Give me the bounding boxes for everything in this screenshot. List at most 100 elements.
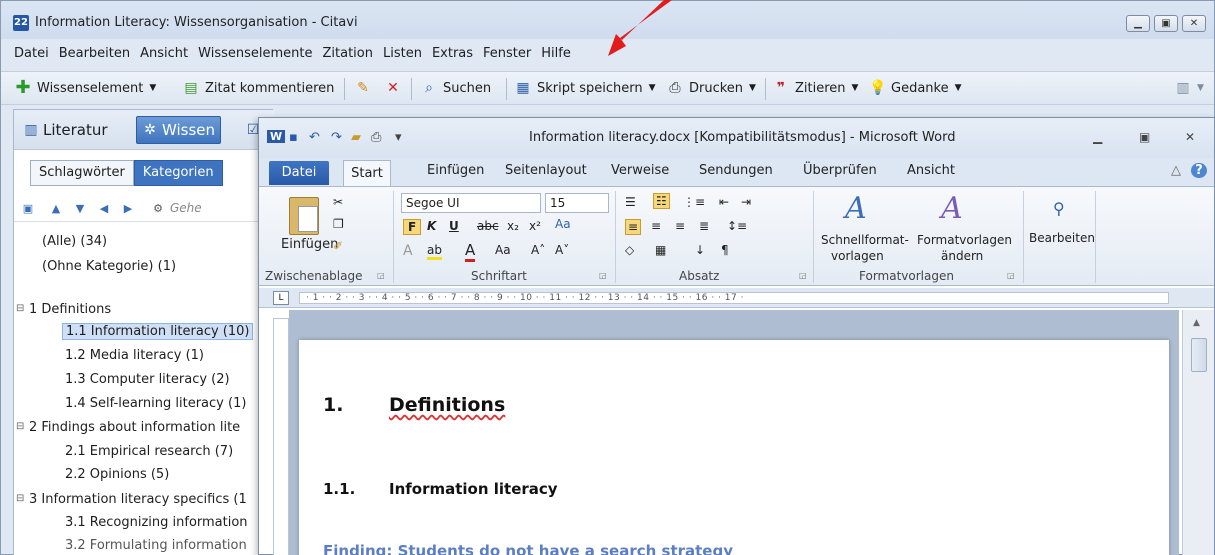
menu-ansicht[interactable]: Ansicht — [135, 43, 193, 65]
menu-datei[interactable]: Datei — [9, 43, 54, 65]
show-formatting-icon[interactable]: ¶ — [721, 243, 729, 257]
shrink-font-icon[interactable]: A˅ — [555, 243, 569, 257]
quick-styles-label-2[interactable]: vorlagen — [831, 249, 884, 263]
document-page[interactable]: 1. Definitions 1.1. Information literacy… — [299, 340, 1169, 555]
word-close-button[interactable]: ✕ — [1185, 130, 1195, 144]
save-icon[interactable]: ▪ — [289, 130, 298, 145]
tab-wissen[interactable]: ✲ Wissen — [136, 116, 222, 144]
subtab-kategorien[interactable]: Kategorien — [133, 160, 223, 186]
arrow-left-icon[interactable]: ◀ — [96, 201, 112, 217]
gear-icon[interactable]: ⚙ — [150, 201, 166, 217]
collapse-icon[interactable]: ⊟ — [16, 303, 24, 314]
edit-button-label[interactable]: Bearbeiten — [1029, 231, 1095, 245]
horizontal-ruler[interactable]: L · 1 · · 2 · · 3 · · 4 · · 5 · · 6 · · … — [259, 288, 1214, 308]
quick-styles-label-1[interactable]: Schnellformat- — [821, 233, 909, 247]
vertical-scrollbar[interactable]: ▲ — [1182, 310, 1214, 555]
subscript-icon[interactable]: x₂ — [507, 219, 519, 233]
clear-format-icon[interactable]: Aa — [555, 217, 571, 231]
dialog-launcher-icon[interactable]: ◲ — [1007, 271, 1015, 280]
dialog-launcher-icon[interactable]: ◲ — [599, 271, 607, 280]
word-minimize-button[interactable]: ▁ — [1093, 130, 1102, 144]
tree-item-il-specifics[interactable]: 3 Information literacy specifics (1 — [29, 492, 247, 507]
tree-item-recognizing-information[interactable]: 3.1 Recognizing information — [65, 515, 248, 530]
skript-speichern-button[interactable]: ▦ Skript speichern ▼ — [515, 80, 655, 96]
scroll-thumb[interactable] — [1191, 338, 1207, 372]
goto-search-input[interactable]: Gehe — [170, 201, 202, 215]
customize-qat-icon[interactable]: ▾ — [395, 130, 402, 145]
menu-wissenselemente[interactable]: Wissenselemente — [193, 43, 317, 65]
align-center-icon[interactable]: ≡ — [651, 219, 661, 233]
tree-item-information-literacy[interactable]: 1.1 Information literacy (10) — [62, 323, 254, 340]
bullets-icon[interactable]: ☰ — [625, 195, 636, 209]
minimize-button[interactable]: ▁ — [1126, 15, 1150, 32]
open-folder-icon[interactable]: ▰ — [351, 130, 361, 145]
word-tab-datei[interactable]: Datei — [269, 161, 329, 185]
tree-item-formulating-information[interactable]: 3.2 Formulating information — [65, 538, 247, 553]
shading-icon[interactable]: ◇ — [625, 243, 634, 257]
word-tab-sendungen[interactable]: Sendungen — [699, 163, 773, 178]
binoculars-icon[interactable]: ⚲ — [1053, 199, 1065, 218]
superscript-icon[interactable]: x² — [529, 219, 541, 233]
word-maximize-button[interactable]: ▣ — [1139, 130, 1150, 144]
maximize-button[interactable]: ▣ — [1154, 15, 1178, 32]
word-tab-seitenlayout[interactable]: Seitenlayout — [505, 163, 587, 178]
arrow-down-icon[interactable]: ▼ — [72, 201, 88, 217]
arrow-up-icon[interactable]: ▲ — [48, 201, 64, 217]
font-color-icon[interactable]: A — [465, 241, 476, 262]
tree-item-findings[interactable]: 2 Findings about information lite — [29, 420, 240, 435]
align-left-icon[interactable]: ≡ — [625, 219, 642, 235]
highlight-icon[interactable]: ab — [427, 243, 442, 260]
format-painter-icon[interactable]: ✐ — [333, 239, 343, 253]
wissenselement-button[interactable]: ✚ Wissenselement ▼ — [15, 79, 156, 97]
tree-item-opinions[interactable]: 2.2 Opinions (5) — [65, 467, 169, 482]
align-right-icon[interactable]: ≡ — [675, 219, 685, 233]
multilevel-list-icon[interactable]: ⋮≡ — [683, 195, 705, 209]
quick-styles-icon[interactable]: A — [845, 191, 867, 226]
cut-icon[interactable]: ✂ — [333, 195, 343, 209]
change-styles-label-2[interactable]: ändern — [941, 249, 983, 263]
increase-indent-icon[interactable]: ⇥ — [741, 195, 751, 209]
tree-item-media-literacy[interactable]: 1.2 Media literacy (1) — [65, 348, 204, 363]
drucken-button[interactable]: ⎙ Drucken ▼ — [667, 80, 756, 96]
menu-zitation[interactable]: Zitation — [317, 43, 377, 65]
tab-literatur[interactable]: ▥ Literatur — [18, 116, 113, 144]
word-tab-start[interactable]: Start — [343, 160, 391, 187]
ribbon-minimize-icon[interactable]: △ — [1171, 163, 1181, 178]
paste-clipboard-icon[interactable] — [289, 197, 319, 235]
menu-bearbeiten[interactable]: Bearbeiten — [54, 43, 135, 65]
copy-icon[interactable]: ❐ — [333, 217, 344, 231]
layout-toggle-button[interactable]: ▥ ▼ — [1175, 80, 1204, 96]
zitieren-button[interactable]: ❞ Zitieren ▼ — [773, 80, 859, 96]
close-button[interactable]: ✕ — [1182, 15, 1206, 32]
add-category-icon[interactable]: ▣ — [20, 201, 36, 217]
strikethrough-icon[interactable]: abc — [477, 219, 499, 233]
word-tab-verweise[interactable]: Verweise — [611, 163, 669, 178]
undo-icon[interactable]: ↶ — [309, 130, 320, 145]
edit-button[interactable]: ✎ — [355, 80, 371, 96]
font-name-select[interactable]: Segoe UI — [401, 193, 541, 213]
delete-button[interactable]: ✕ — [385, 80, 401, 96]
bold-icon[interactable]: F — [403, 219, 422, 235]
word-tab-ansicht[interactable]: Ansicht — [907, 163, 955, 178]
arrow-right-icon[interactable]: ▶ — [120, 201, 136, 217]
print-preview-icon[interactable]: ⎙ — [371, 130, 381, 145]
tree-item-all[interactable]: (Alle) (34) — [42, 234, 107, 249]
font-size-select[interactable]: 15 — [545, 193, 609, 213]
help-icon[interactable]: ? — [1191, 163, 1207, 178]
menu-listen[interactable]: Listen — [378, 43, 427, 65]
decrease-indent-icon[interactable]: ⇤ — [719, 195, 729, 209]
word-tab-einfuegen[interactable]: Einfügen — [427, 163, 484, 178]
tree-item-definitions[interactable]: 1 Definitions — [29, 302, 111, 317]
text-effects-icon[interactable]: A — [403, 243, 413, 259]
paste-button-label[interactable]: Einfügen — [281, 237, 338, 252]
scroll-up-icon[interactable]: ▲ — [1193, 318, 1200, 328]
zitat-kommentieren-button[interactable]: ▤ Zitat kommentieren — [183, 80, 334, 96]
collapse-icon[interactable]: ⊟ — [16, 421, 24, 432]
sort-icon[interactable]: ↓ — [695, 243, 705, 257]
redo-icon[interactable]: ↷ — [331, 130, 342, 145]
justify-icon[interactable]: ≣ — [699, 219, 709, 233]
menu-extras[interactable]: Extras — [427, 43, 478, 65]
word-tab-ueberpruefen[interactable]: Überprüfen — [803, 163, 877, 178]
gedanke-button[interactable]: 💡 Gedanke ▼ — [869, 80, 962, 96]
suchen-button[interactable]: ⌕ Suchen — [421, 80, 491, 96]
